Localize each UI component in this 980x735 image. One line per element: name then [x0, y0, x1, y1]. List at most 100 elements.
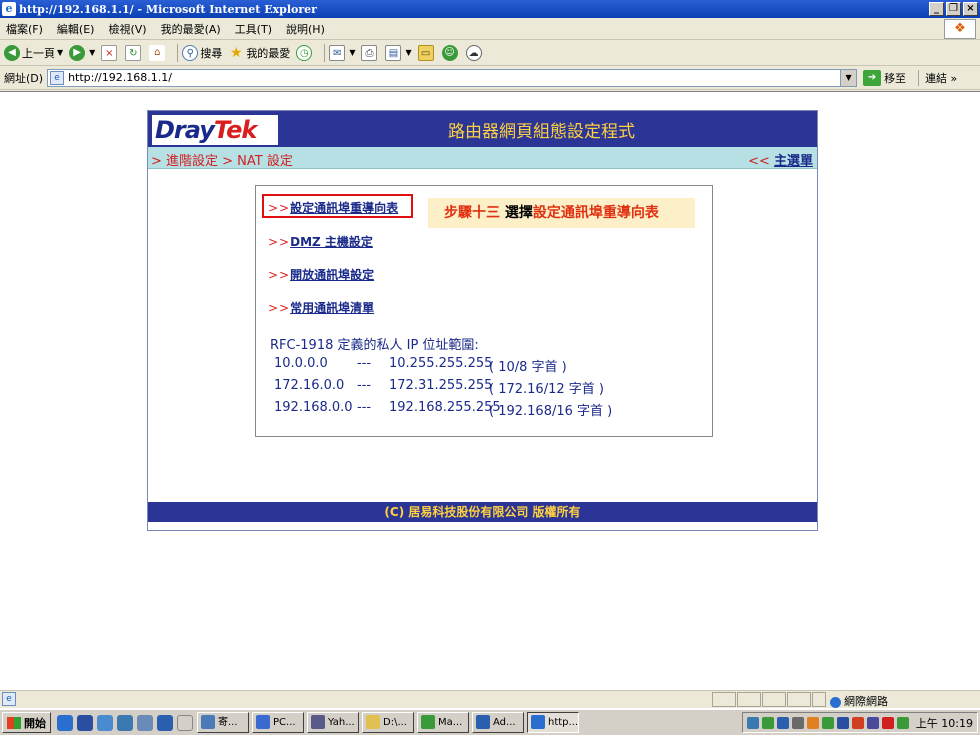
word-icon[interactable]: [77, 714, 93, 731]
breadcrumb: > 進階設定 > NAT 設定: [151, 154, 293, 169]
favorites-button[interactable]: ★ 我的最愛: [228, 45, 290, 61]
menu-view[interactable]: 檢視(V): [108, 21, 146, 37]
well-known-ports-label[interactable]: 常用通訊埠清單: [290, 301, 374, 315]
edit-button[interactable]: ▤ ▼: [385, 44, 412, 61]
task-item[interactable]: Yah...: [307, 712, 359, 733]
status-bar: e 網際網路: [0, 690, 980, 708]
discuss-button[interactable]: ▭: [417, 44, 436, 61]
clock[interactable]: 上午 10:19: [916, 715, 973, 731]
forward-button[interactable]: ▶ ▼: [69, 44, 95, 61]
task-label: 寄...: [218, 717, 238, 728]
tray-icon[interactable]: [881, 716, 894, 729]
window-title-bar[interactable]: e http://192.168.1.1/ - Microsoft Intern…: [0, 0, 980, 18]
port-redirection-link[interactable]: >>設定通訊埠重導向表: [268, 199, 398, 216]
menu-tools[interactable]: 工具(T): [235, 21, 272, 37]
messenger-button[interactable]: ☺: [441, 44, 460, 61]
task-item-active[interactable]: http...: [527, 712, 579, 733]
tray-icon[interactable]: [761, 716, 774, 729]
rfc-title: RFC-1918 定義的私人 IP 位址範圍:: [270, 338, 479, 353]
well-known-ports-link[interactable]: >>常用通訊埠清單: [268, 299, 374, 316]
rfc-end: 192.168.255.255: [389, 400, 501, 415]
dmz-host-label[interactable]: DMZ 主機設定: [290, 235, 373, 249]
menu-edit[interactable]: 編輯(E): [57, 21, 95, 37]
favorites-label: 我的最愛: [246, 46, 291, 60]
tray-icon[interactable]: [836, 716, 849, 729]
task-icon: [201, 715, 215, 729]
port-redirection-label[interactable]: 設定通訊埠重導向表: [290, 201, 398, 215]
windows-logo-icon: ❖: [944, 19, 976, 39]
menu-file[interactable]: 檔案(F): [6, 21, 43, 37]
desktop-icon[interactable]: [97, 714, 113, 731]
help-icon[interactable]: [177, 714, 193, 731]
refresh-button[interactable]: ↻: [125, 44, 143, 61]
menu-favorites[interactable]: 我的最愛(A): [161, 21, 221, 37]
task-label: Yah...: [328, 717, 355, 728]
windows-flag-icon: [7, 716, 21, 729]
minimize-button[interactable]: _: [929, 2, 944, 16]
tray-icon[interactable]: [866, 716, 879, 729]
rfc-prefix: ( 172.16/12 字首 ): [489, 382, 604, 397]
go-arrow-icon[interactable]: ➔: [863, 69, 882, 86]
address-input[interactable]: e http://192.168.1.1/ ▼: [47, 68, 858, 87]
task-icon: [476, 715, 490, 729]
toolbar: ◀ 上一頁 ▼ ▶ ▼ × ↻ ⌂ ⚲ 搜尋 ★ 我的最愛 ◷ ✉ ▼ ⎙ ▤ …: [0, 40, 980, 66]
link-arrow: >>: [268, 268, 291, 282]
open-ports-link[interactable]: >>開放通訊埠設定: [268, 266, 374, 283]
page-icon: e: [50, 70, 65, 85]
toolbar-separator: [324, 43, 326, 62]
task-item[interactable]: PC...: [252, 712, 304, 733]
media-icon[interactable]: [117, 714, 133, 731]
mail-button[interactable]: ✉ ▼: [329, 44, 356, 61]
task-item[interactable]: Ad...: [472, 712, 524, 733]
task-icon: [311, 715, 325, 729]
tray-icon[interactable]: [746, 716, 759, 729]
task-item[interactable]: 寄...: [197, 712, 249, 733]
history-button[interactable]: ◷: [296, 44, 314, 61]
back-button[interactable]: ◀ 上一頁 ▼: [4, 44, 63, 61]
ie-quicklaunch-icon[interactable]: [57, 714, 73, 731]
status-cell: [787, 692, 811, 707]
star-icon: ★: [230, 44, 243, 61]
link-arrow: >>: [268, 201, 291, 215]
go-button[interactable]: 移至: [884, 70, 906, 86]
search-button[interactable]: ⚲ 搜尋: [182, 44, 222, 61]
stop-button[interactable]: ×: [101, 44, 119, 61]
links-button[interactable]: 連結 »: [918, 69, 957, 86]
status-cell: [712, 692, 736, 707]
tray-icon[interactable]: [821, 716, 834, 729]
system-tray: 上午 10:19: [741, 712, 978, 733]
home-button[interactable]: ⌂: [149, 44, 167, 61]
research-button[interactable]: ☁: [465, 44, 484, 61]
tray-icon[interactable]: [851, 716, 864, 729]
open-ports-label[interactable]: 開放通訊埠設定: [290, 268, 374, 282]
tray-icon[interactable]: [791, 716, 804, 729]
task-item[interactable]: Ma...: [417, 712, 469, 733]
menu-bar: 檔案(F) 編輯(E) 檢視(V) 我的最愛(A) 工具(T) 說明(H) ❖: [0, 18, 980, 40]
task-label: PC...: [273, 717, 296, 728]
start-label: 開始: [24, 716, 46, 730]
main-menu-link[interactable]: 主選單: [774, 154, 813, 169]
step-annotation: 步驟十三 選擇設定通訊埠重導向表: [428, 198, 695, 228]
print-button[interactable]: ⎙: [361, 44, 379, 61]
address-dropdown-button[interactable]: ▼: [840, 69, 857, 86]
chat-icon: ☁: [465, 44, 482, 61]
step-target: 設定通訊埠重導向表: [532, 205, 659, 221]
start-button[interactable]: 開始: [2, 712, 51, 733]
tray-icon[interactable]: [806, 716, 819, 729]
tray-icon[interactable]: [776, 716, 789, 729]
refresh-icon: ↻: [125, 44, 142, 61]
close-button[interactable]: ×: [963, 2, 978, 16]
rfc-start: 192.168.0.0: [274, 400, 353, 415]
chevron-down-icon: ▼: [349, 48, 356, 57]
messenger-icon[interactable]: [157, 714, 173, 731]
task-item[interactable]: D:\...: [362, 712, 414, 733]
address-bar: 網址(D) e http://192.168.1.1/ ▼ ➔ 移至 連結 »: [0, 66, 980, 90]
logo-tek-text: Tek: [213, 116, 258, 144]
menu-help[interactable]: 說明(H): [286, 21, 325, 37]
security-zone: 網際網路: [830, 693, 888, 709]
tray-icon[interactable]: [896, 716, 909, 729]
dmz-host-link[interactable]: >>DMZ 主機設定: [268, 233, 373, 250]
maximize-button[interactable]: ❐: [946, 2, 961, 16]
disk-icon[interactable]: [137, 714, 153, 731]
link-arrow: >>: [268, 235, 291, 249]
